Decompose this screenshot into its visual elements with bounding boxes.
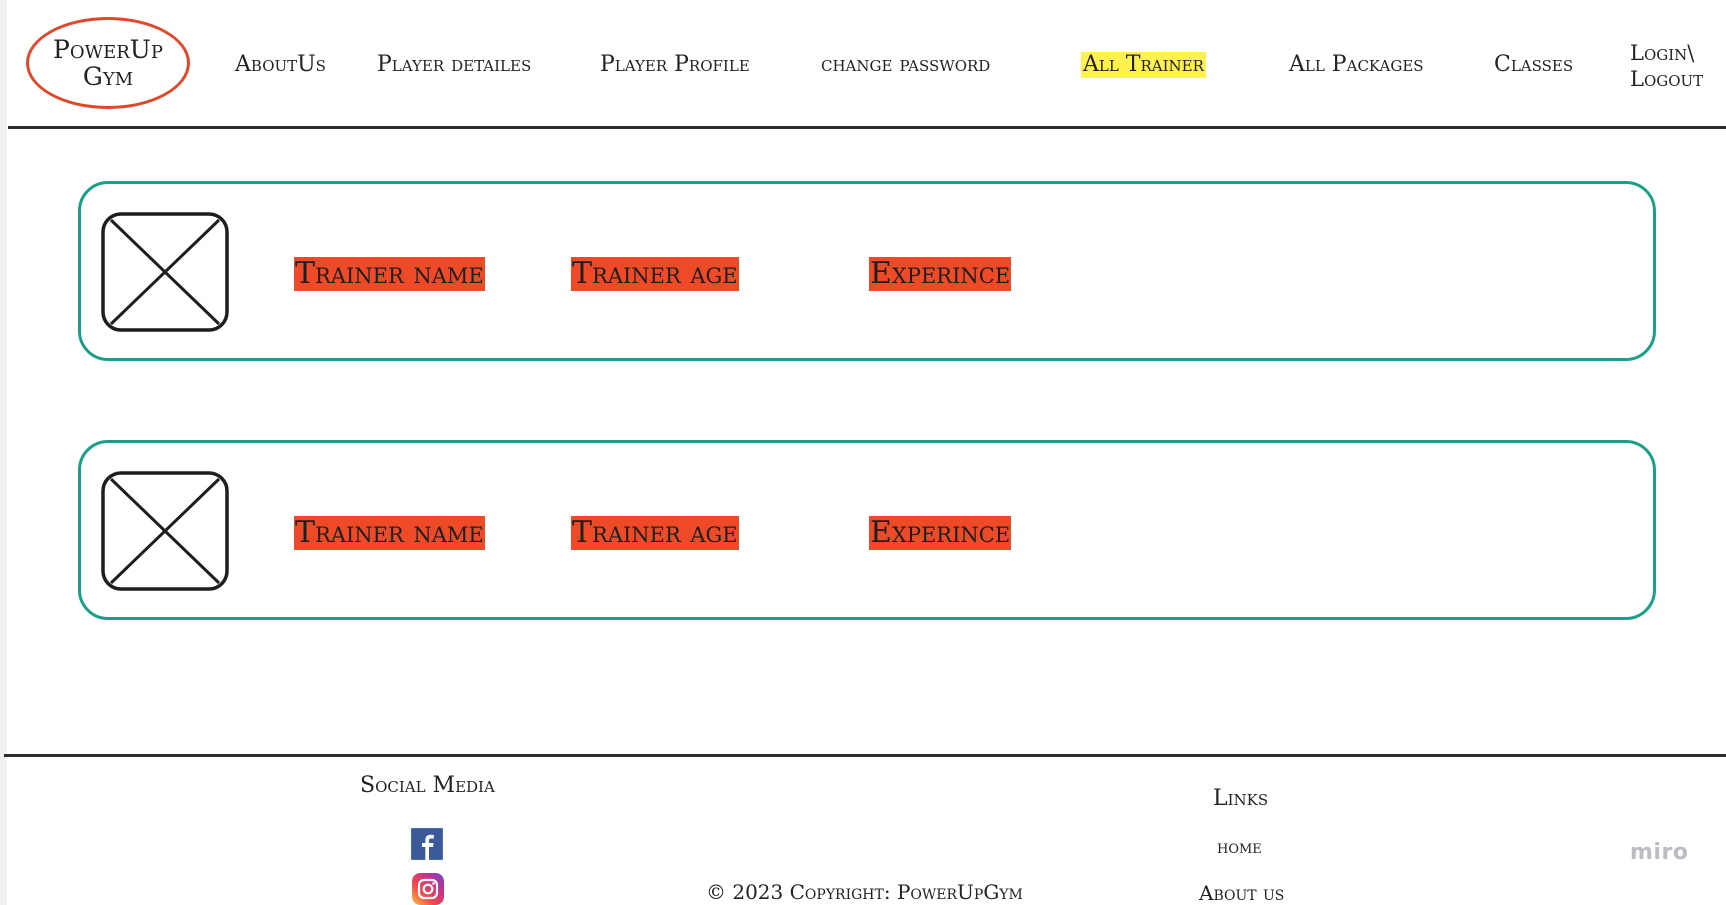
footer-link-home[interactable]: home [1217,836,1262,858]
trainer-age: Trainer age [571,256,739,291]
trainer-age: Trainer age [571,515,739,550]
nav-login-logout[interactable]: Login\ Logout [1630,40,1703,92]
nav-player-details[interactable]: Player detailes [377,52,531,78]
instagram-icon[interactable] [412,873,444,905]
footer-divider [4,754,1726,757]
site-logo[interactable]: PowerUp Gym [26,17,190,109]
social-media-heading: Social Media [360,773,495,798]
nav-player-profile[interactable]: Player Profile [600,52,750,78]
footer-link-about-us[interactable]: About us [1199,881,1284,905]
logo-line-1: PowerUp [53,35,163,64]
image-placeholder-icon [101,212,229,332]
links-heading: Links [1213,786,1269,811]
logo-line-2: Gym [82,62,134,91]
trainer-card[interactable]: Trainer name Trainer age Experince [78,440,1656,620]
trainer-experience: Experince [869,256,1012,291]
nav-change-password[interactable]: change password [821,52,990,78]
trainer-card[interactable]: Trainer name Trainer age Experince [78,181,1656,361]
nav-login-label: Login\ [1630,41,1695,65]
facebook-icon[interactable] [411,828,443,860]
header-divider [8,126,1726,129]
trainer-experience: Experince [869,515,1012,550]
trainer-name: Trainer name [294,256,485,291]
nav-classes[interactable]: Classes [1494,52,1573,78]
image-placeholder-icon [101,471,229,591]
nav-logout-label: Logout [1630,67,1704,91]
nav-all-trainer[interactable]: All Trainer [1081,52,1206,78]
left-margin-strip [0,0,7,905]
trainer-name: Trainer name [294,515,485,550]
miro-watermark: miro [1630,840,1689,865]
copyright-text: © 2023 Copyright: PowerUpGym [706,880,1023,904]
nav-about-us[interactable]: AboutUs [235,52,326,78]
nav-all-packages[interactable]: All Packages [1289,52,1424,78]
